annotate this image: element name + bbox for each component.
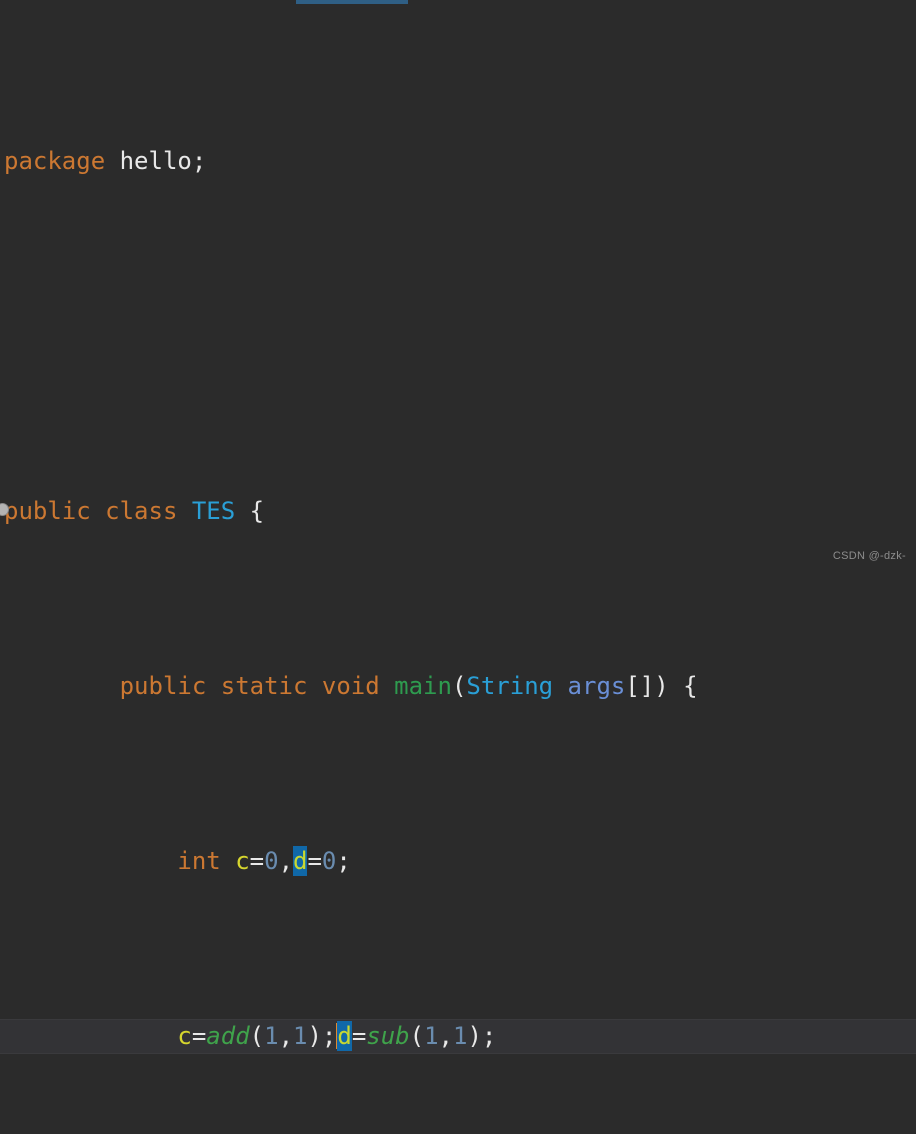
code-line-4[interactable]: public static void main(String args[]) { — [0, 669, 916, 704]
number-literal: 1 — [424, 1022, 439, 1050]
watermark: CSDN @-dzk- — [832, 550, 906, 562]
keyword-static: static — [206, 672, 308, 700]
array-brackets: [] — [625, 672, 655, 700]
semicolon: ; — [191, 147, 207, 175]
paren-open: ( — [409, 1022, 425, 1050]
keyword-class: class — [90, 497, 192, 525]
comma: , — [278, 847, 294, 875]
keyword-int: int — [177, 847, 221, 875]
keyword-void: void — [307, 672, 395, 700]
number-literal: 0 — [321, 847, 337, 875]
paren-open: ( — [451, 672, 467, 700]
code-editor[interactable]: package hello; public class TES { public… — [0, 0, 916, 1054]
code-line-1[interactable]: package hello; — [0, 144, 916, 179]
code-line-6-current[interactable]: c=add(1,1);d=sub(1,1); — [0, 1019, 916, 1054]
paren-close-semicolon: ); — [307, 1022, 337, 1050]
type-string: String — [466, 672, 554, 700]
assign-operator: = — [307, 847, 322, 875]
code-line-2-blank[interactable] — [0, 319, 916, 354]
code-line-5[interactable]: int c=0,d=0; — [0, 844, 916, 879]
semicolon: ; — [336, 847, 351, 875]
variable-d-highlighted: d — [293, 846, 308, 876]
number-literal: 1 — [293, 1022, 308, 1050]
method-call-sub: sub — [366, 1022, 410, 1050]
class-name-tes: TES — [191, 497, 236, 525]
comma: , — [438, 1022, 453, 1050]
variable-d-highlighted: d — [337, 1021, 352, 1051]
number-literal: 1 — [453, 1022, 468, 1050]
number-literal: 0 — [264, 847, 279, 875]
keyword-package: package — [4, 147, 106, 175]
code-content[interactable]: package hello; public class TES { public… — [0, 4, 916, 1134]
package-name: hello — [105, 147, 192, 175]
paren-close-semicolon: ); — [467, 1022, 497, 1050]
param-args: args — [553, 672, 626, 700]
code-line-3[interactable]: public class TES { — [0, 494, 916, 529]
method-name-main: main — [394, 672, 452, 700]
assign-operator: = — [351, 1022, 367, 1050]
method-call-add: add — [206, 1022, 250, 1050]
keyword-public: public — [119, 672, 207, 700]
comma: , — [278, 1022, 294, 1050]
assign-operator: = — [249, 847, 265, 875]
paren-close: ) — [654, 672, 669, 700]
variable-c: c — [177, 1022, 192, 1050]
keyword-public: public — [4, 497, 91, 525]
assign-operator: = — [191, 1022, 207, 1050]
open-brace: { — [235, 497, 265, 525]
number-literal: 1 — [264, 1022, 279, 1050]
variable-c: c — [220, 847, 250, 875]
paren-open: ( — [249, 1022, 265, 1050]
open-brace: { — [668, 672, 698, 700]
